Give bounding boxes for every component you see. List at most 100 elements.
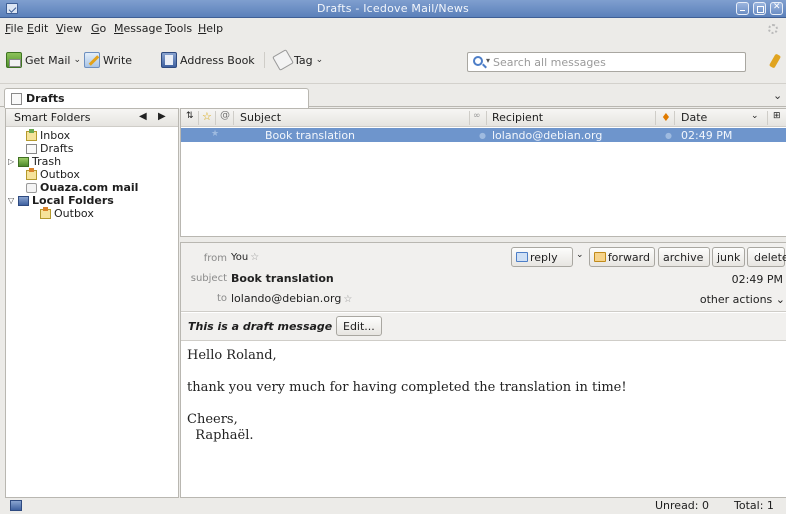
column-separator: [215, 111, 216, 125]
menu-view[interactable]: View: [56, 22, 82, 35]
to-address[interactable]: lolando@debian.org: [231, 292, 341, 305]
tag-label: Tag: [294, 53, 313, 67]
tab-drafts[interactable]: Drafts: [4, 88, 309, 108]
column-subject[interactable]: Subject: [240, 111, 281, 124]
tab-label: Drafts: [26, 92, 65, 105]
offline-status-icon[interactable]: [10, 500, 22, 511]
delete-button[interactable]: delete: [747, 247, 786, 267]
star-outline-icon[interactable]: ☆: [343, 294, 352, 305]
menu-help[interactable]: Help: [198, 22, 223, 35]
reply-chevron-down-icon[interactable]: ⌄: [576, 250, 584, 260]
menu-message[interactable]: Message: [114, 22, 162, 35]
star-outline-icon[interactable]: ☆: [250, 252, 259, 263]
menu-go[interactable]: Go: [91, 22, 106, 35]
folder-label: Trash: [32, 155, 62, 168]
folder-inbox[interactable]: Inbox: [26, 128, 71, 142]
clear-search-icon[interactable]: [768, 53, 782, 69]
column-separator: [233, 111, 234, 125]
reply-button[interactable]: reply: [511, 247, 573, 267]
forward-button[interactable]: forward: [589, 247, 655, 267]
from-name[interactable]: You: [231, 252, 248, 263]
outbox-icon: [40, 206, 51, 219]
account-local-folders[interactable]: ▽ Local Folders: [8, 194, 114, 207]
mail-account-icon: [26, 182, 37, 193]
tab-bar: Drafts ⌄: [0, 85, 786, 108]
search-icon[interactable]: [473, 56, 483, 66]
chevron-down-icon: ⌄: [315, 55, 324, 65]
maximize-icon[interactable]: [753, 2, 766, 15]
reply-icon: [516, 252, 528, 262]
row-subject: Book translation: [265, 129, 356, 142]
column-separator: [767, 111, 768, 125]
star-icon[interactable]: ★: [211, 129, 219, 139]
title-bar: Drafts - Icedove Mail/News: [0, 0, 786, 18]
get-mail-button[interactable]: Get Mail ⌄: [6, 50, 81, 70]
message-header: from You ☆ subject Book translation to lo…: [181, 243, 786, 312]
column-separator: [674, 111, 675, 125]
address-book-button[interactable]: Address Book: [161, 50, 255, 70]
folder-label: Local Folders: [32, 194, 114, 207]
read-dot-icon[interactable]: ●: [479, 131, 486, 140]
folder-trash[interactable]: ▷ Trash: [8, 155, 61, 168]
body-line: Hello Roland,: [187, 348, 277, 363]
message-pane: from You ☆ subject Book translation to lo…: [180, 242, 786, 498]
column-separator: [655, 111, 656, 125]
write-label: Write: [103, 53, 133, 67]
minimize-icon[interactable]: [736, 2, 749, 15]
draft-notification-bar: This is a draft message Edit...: [181, 313, 786, 341]
thread-column-icon[interactable]: ⇅: [186, 111, 195, 121]
search-box[interactable]: ▾: [467, 52, 746, 72]
menu-edit[interactable]: Edit: [27, 22, 48, 35]
thread-pane: ⇅ ☆ @ Subject ∞ Recipient ♦ Date ⌄ ⊞ ★ B…: [180, 108, 786, 237]
folder-label: Drafts: [40, 142, 74, 155]
write-button[interactable]: Write: [84, 50, 132, 70]
local-folders-icon: [18, 195, 29, 206]
junk-button[interactable]: junk: [712, 247, 745, 267]
menu-file[interactable]: File: [5, 22, 23, 35]
close-icon[interactable]: [770, 2, 783, 15]
drafts-icon: [26, 143, 37, 154]
attachment-column-icon[interactable]: @: [220, 110, 230, 121]
tab-list-chevron-icon[interactable]: ⌄: [773, 89, 782, 102]
thread-header: ⇅ ☆ @ Subject ∞ Recipient ♦ Date ⌄ ⊞: [181, 109, 786, 127]
folder-pane-header: Smart Folders ◀ ▶: [6, 109, 178, 127]
menu-bar: File Edit View Go Message Tools Help: [0, 19, 786, 39]
search-input[interactable]: [493, 54, 733, 70]
archive-label: archive: [663, 250, 704, 264]
folder-drafts[interactable]: Drafts: [26, 142, 73, 155]
collapse-triangle-icon[interactable]: ▽: [8, 196, 18, 205]
account-ouaza[interactable]: Ouaza.com mail: [26, 181, 138, 194]
search-options-icon[interactable]: ▾: [486, 56, 490, 65]
column-picker-icon[interactable]: ⊞: [773, 111, 781, 121]
folder-label: Ouaza.com mail: [40, 181, 139, 194]
read-status-column-icon[interactable]: ∞: [473, 111, 481, 121]
star-column-icon[interactable]: ☆: [202, 110, 212, 123]
menu-tools[interactable]: Tools: [165, 22, 192, 35]
folder-outbox[interactable]: Outbox: [26, 167, 80, 181]
to-label: to: [216, 293, 227, 304]
edit-draft-button[interactable]: Edit...: [336, 316, 382, 336]
table-row[interactable]: ★ Book translation ● lolando@debian.org …: [181, 128, 786, 142]
folder-local-outbox[interactable]: Outbox: [40, 206, 94, 220]
folder-pane: Smart Folders ◀ ▶ Inbox Drafts ▷ Trash O…: [5, 108, 179, 498]
column-separator: [198, 111, 199, 125]
drafts-folder-icon: [11, 92, 22, 105]
from-label: from: [203, 253, 227, 264]
archive-button[interactable]: archive: [658, 247, 710, 267]
subject-value: Book translation: [231, 272, 334, 285]
next-view-arrow-icon[interactable]: ▶: [158, 111, 166, 122]
tag-button[interactable]: Tag ⌄: [272, 49, 324, 71]
window-title: Drafts - Icedove Mail/News: [317, 2, 469, 15]
folder-label: Inbox: [40, 129, 71, 142]
column-recipient[interactable]: Recipient: [492, 111, 543, 124]
expand-triangle-icon[interactable]: ▷: [8, 157, 18, 166]
column-date[interactable]: Date: [681, 111, 707, 124]
other-actions-menu[interactable]: other actions ⌄: [700, 293, 785, 306]
junk-status-column-icon[interactable]: ♦: [661, 111, 671, 124]
subject-label: subject: [190, 273, 227, 284]
chevron-down-icon: ⌄: [772, 293, 785, 306]
sort-chevron-icon[interactable]: ⌄: [751, 111, 759, 121]
junk-dot-icon[interactable]: ●: [665, 131, 672, 140]
prev-view-arrow-icon[interactable]: ◀: [139, 111, 147, 122]
chevron-down-icon[interactable]: ⌄: [73, 55, 81, 65]
